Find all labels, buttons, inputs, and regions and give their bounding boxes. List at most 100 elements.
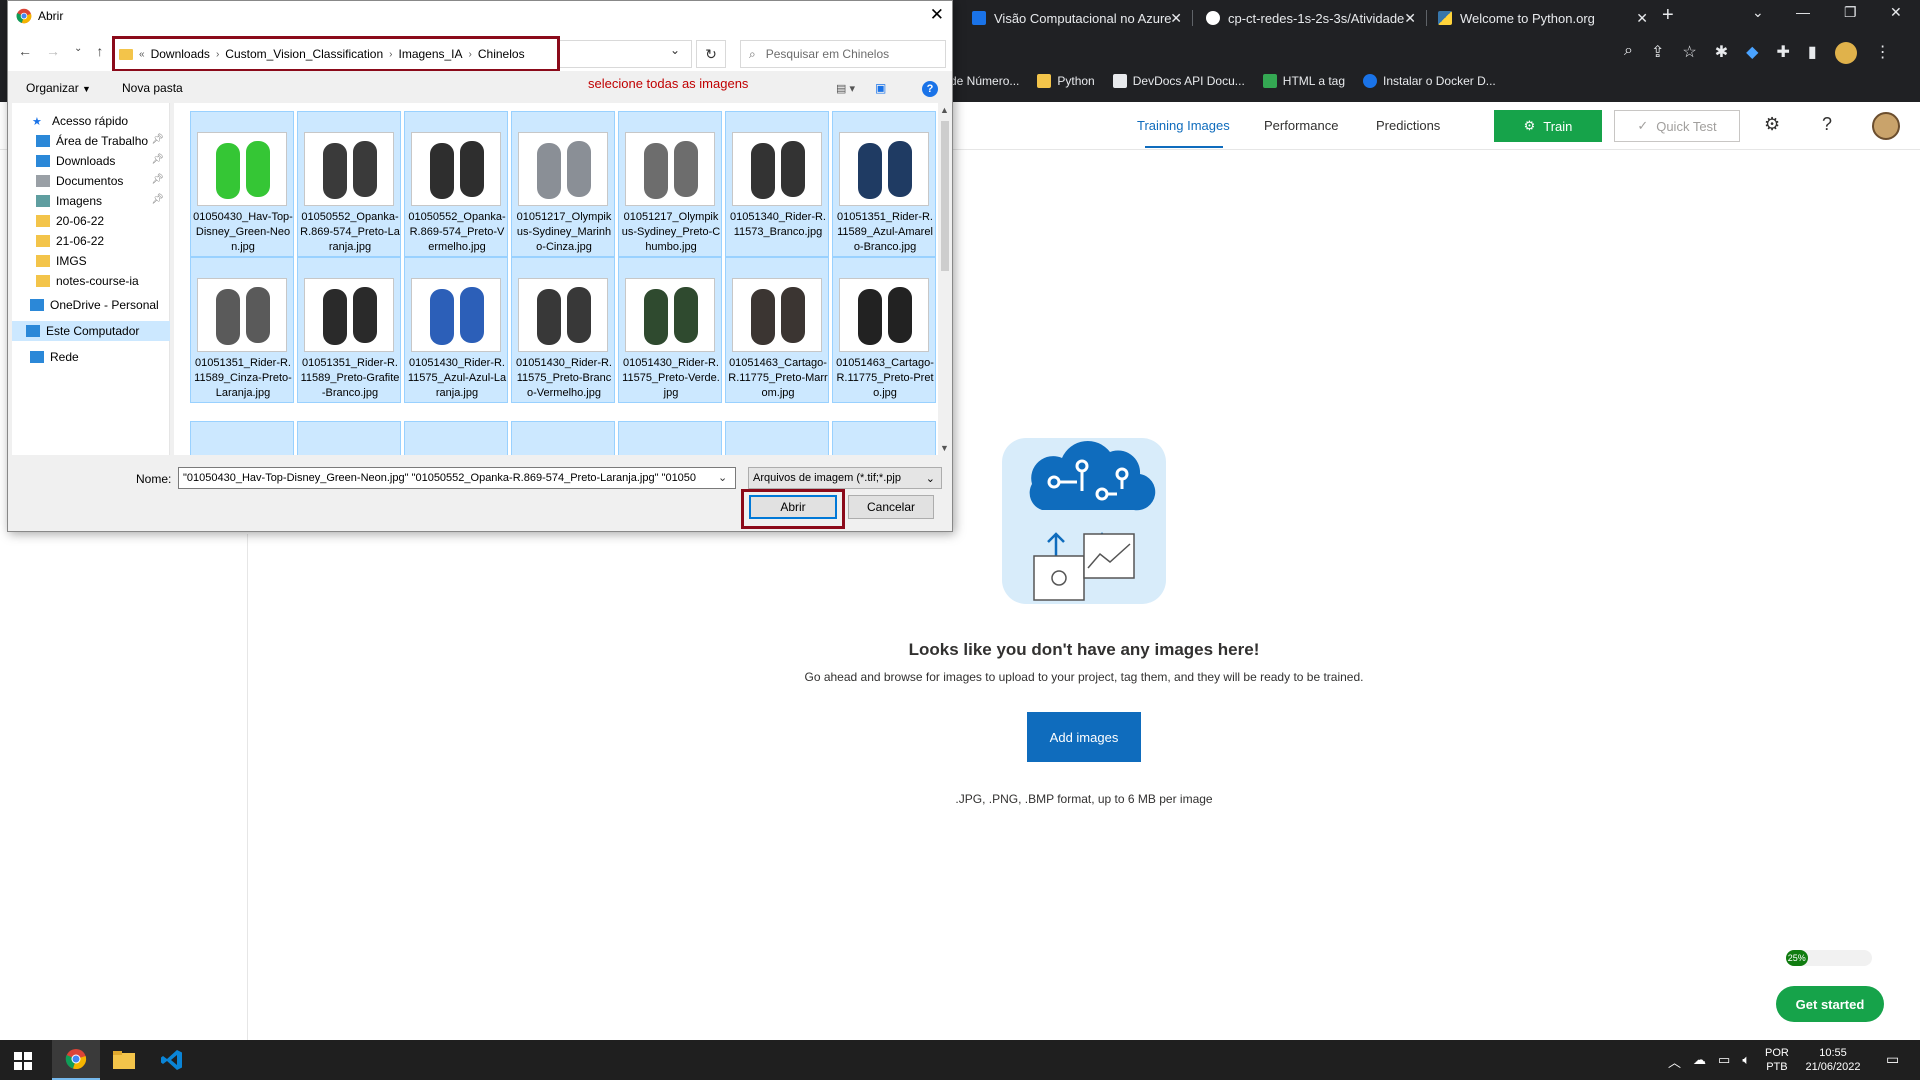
tab-training-images[interactable]: Training Images — [1137, 118, 1230, 133]
file-tile[interactable] — [725, 421, 829, 455]
file-tile[interactable] — [832, 421, 936, 455]
sidebar-item[interactable]: Este Computador — [12, 321, 170, 341]
close-tab-icon[interactable]: ✕ — [1404, 10, 1416, 27]
forward-arrow-icon[interactable]: → — [46, 43, 60, 59]
tab-python[interactable]: Welcome to Python.org ✕ — [1428, 4, 1656, 32]
profile-avatar[interactable] — [1834, 42, 1857, 64]
extension-gear-icon[interactable]: ✱ — [1715, 42, 1728, 64]
close-window-icon[interactable]: ✕ — [1890, 4, 1902, 21]
organize-menu[interactable]: Organizar ▼ — [26, 81, 91, 95]
file-name-input[interactable]: "01050430_Hav-Top-Disney_Green-Neon.jpg"… — [178, 467, 736, 489]
add-images-button[interactable]: Add images — [1027, 712, 1141, 762]
sidebar-item[interactable]: OneDrive - Personal — [12, 295, 170, 315]
sidebar-item[interactable]: Documentos 📌︎ — [12, 171, 170, 191]
file-tile[interactable]: 01051351_Rider-R.11589_Preto-Grafite-Bra… — [297, 257, 401, 403]
taskbar-file-explorer[interactable] — [100, 1040, 148, 1080]
bookmark-item[interactable]: Instalar o Docker D... — [1363, 74, 1496, 88]
file-tile[interactable]: 01051217_Olympikus-Sydiney_Marinho-Cinza… — [511, 111, 615, 257]
new-tab-button[interactable]: + — [1662, 4, 1674, 27]
sidebar-item[interactable]: IMGS — [12, 251, 170, 271]
close-tab-icon[interactable]: ✕ — [1170, 10, 1182, 27]
windows-start-icon[interactable] — [14, 1052, 32, 1070]
up-arrow-icon[interactable]: ↑ — [96, 43, 103, 59]
tab-predictions[interactable]: Predictions — [1376, 118, 1440, 133]
file-tile[interactable]: 01051463_Cartago-R.11775_Preto-Preto.jpg — [832, 257, 936, 403]
extension-shield-icon[interactable]: ◆ — [1746, 42, 1758, 64]
file-tile[interactable] — [190, 421, 294, 455]
chevron-right-icon[interactable]: › — [216, 49, 219, 60]
file-tile[interactable]: 01050552_Opanka-R.869-574_Preto-Vermelho… — [404, 111, 508, 257]
sidebar-item[interactable]: Downloads 📌︎ — [12, 151, 170, 171]
file-tile[interactable]: 01050552_Opanka-R.869-574_Preto-Laranja.… — [297, 111, 401, 257]
file-tile[interactable]: 01051217_Olympikus-Sydiney_Preto-Chumbo.… — [618, 111, 722, 257]
view-mode-icon[interactable]: ▤ ▾ — [836, 82, 855, 95]
train-button[interactable]: ⚙ Train — [1494, 110, 1602, 142]
preview-pane-icon[interactable]: ▣ — [875, 81, 886, 95]
file-tile[interactable]: 01051340_Rider-R.11573_Branco.jpg — [725, 111, 829, 257]
file-tile[interactable] — [297, 421, 401, 455]
refresh-button[interactable]: ↻ — [696, 40, 726, 68]
address-dropdown-icon[interactable]: ⌄ — [670, 43, 680, 57]
sidebar-item[interactable]: Imagens 📌︎ — [12, 191, 170, 211]
breadcrumb-item[interactable]: Downloads — [151, 47, 210, 61]
restore-icon[interactable]: ❐ — [1844, 4, 1857, 21]
sidebar-item[interactable]: Rede — [12, 347, 170, 367]
file-list-scrollbar[interactable]: ▲ ▼ — [938, 103, 952, 455]
breadcrumb[interactable]: « Downloads › Custom_Vision_Classificati… — [112, 36, 560, 72]
file-tile[interactable]: 01050430_Hav-Top-Disney_Green-Neon.jpg — [190, 111, 294, 257]
extensions-puzzle-icon[interactable]: ✚ — [1776, 42, 1789, 64]
chevron-right-icon[interactable]: › — [469, 49, 472, 60]
minimize-icon[interactable]: — — [1796, 4, 1810, 20]
tab-search-icon[interactable]: ⌄ — [1752, 4, 1764, 21]
search-input[interactable]: ⌕ Pesquisar em Chinelos — [740, 40, 946, 68]
bookmark-item[interactable]: DevDocs API Docu... — [1112, 74, 1245, 88]
volume-icon[interactable]: 🔈︎ — [1742, 1052, 1750, 1071]
cancel-button[interactable]: Cancelar — [848, 495, 934, 519]
zoom-icon[interactable]: ⌕ — [1624, 42, 1633, 64]
file-tile[interactable]: 01051430_Rider-R.11575_Azul-Azul-Laranja… — [404, 257, 508, 403]
file-tile[interactable]: 01051430_Rider-R.11575_Preto-Verde.jpg — [618, 257, 722, 403]
chevron-right-icon[interactable]: › — [389, 49, 392, 60]
settings-gear-icon[interactable]: ⚙ — [1764, 114, 1780, 135]
tab-azure[interactable]: Visão Computacional no Azure ✕ — [962, 4, 1190, 32]
file-tile[interactable]: 01051430_Rider-R.11575_Preto-Branco-Verm… — [511, 257, 615, 403]
clock[interactable]: 10:55 21/06/2022 — [1800, 1046, 1866, 1074]
close-tab-icon[interactable]: ✕ — [1636, 10, 1648, 27]
overflow-chevron-icon[interactable]: « — [139, 49, 145, 60]
sidebar-item[interactable]: notes-course-ia — [12, 271, 170, 291]
bookmark-item[interactable]: Python — [1037, 74, 1095, 88]
file-tile[interactable] — [618, 421, 722, 455]
new-folder-button[interactable]: Nova pasta — [122, 81, 183, 95]
breadcrumb-item[interactable]: Chinelos — [478, 47, 525, 61]
taskbar-vscode[interactable] — [148, 1040, 196, 1080]
breadcrumb-item[interactable]: Imagens_IA — [398, 47, 462, 61]
scroll-up-icon[interactable]: ▲ — [940, 105, 949, 115]
scroll-thumb[interactable] — [941, 121, 949, 271]
file-tile[interactable]: 01051351_Rider-R.11589_Azul-Amarelo-Bran… — [832, 111, 936, 257]
chevron-up-icon[interactable]: ︿ — [1668, 1052, 1681, 1071]
share-icon[interactable]: ⇪ — [1651, 42, 1664, 64]
tab-github[interactable]: cp-ct-redes-1s-2s-3s/Atividade ✕ — [1196, 4, 1424, 32]
back-arrow-icon[interactable]: ← — [18, 43, 32, 59]
help-icon[interactable]: ? — [1822, 114, 1832, 135]
file-tile[interactable]: 01051351_Rider-R.11589_Cinza-Preto-Laran… — [190, 257, 294, 403]
file-tile[interactable]: 01051463_Cartago-R.11775_Preto-Marrom.jp… — [725, 257, 829, 403]
bookmark-item[interactable]: HTML a tag — [1262, 74, 1345, 88]
close-icon[interactable]: ✕ — [930, 5, 944, 25]
file-tile[interactable] — [511, 421, 615, 455]
get-started-button[interactable]: Get started — [1776, 986, 1884, 1022]
bookmark-star-icon[interactable]: ☆ — [1682, 42, 1696, 64]
side-panel-icon[interactable]: ▮ — [1808, 42, 1817, 64]
taskbar-chrome[interactable] — [52, 1040, 100, 1080]
menu-icon[interactable]: ⋮ — [1875, 42, 1891, 64]
onedrive-cloud-icon[interactable]: ☁ — [1693, 1052, 1706, 1071]
recent-dropdown-icon[interactable]: ⌄ — [74, 43, 82, 59]
open-button[interactable]: Abrir — [749, 495, 837, 519]
language-indicator[interactable]: POR PTB — [1765, 1046, 1789, 1074]
breadcrumb-item[interactable]: Custom_Vision_Classification — [225, 47, 383, 61]
user-avatar[interactable] — [1872, 112, 1900, 140]
sidebar-item[interactable]: ★ Acesso rápido — [12, 111, 170, 131]
bookmark-item[interactable]: de Número... — [950, 74, 1019, 88]
scroll-down-icon[interactable]: ▼ — [940, 443, 949, 453]
quick-test-button[interactable]: ✓ Quick Test — [1614, 110, 1740, 142]
